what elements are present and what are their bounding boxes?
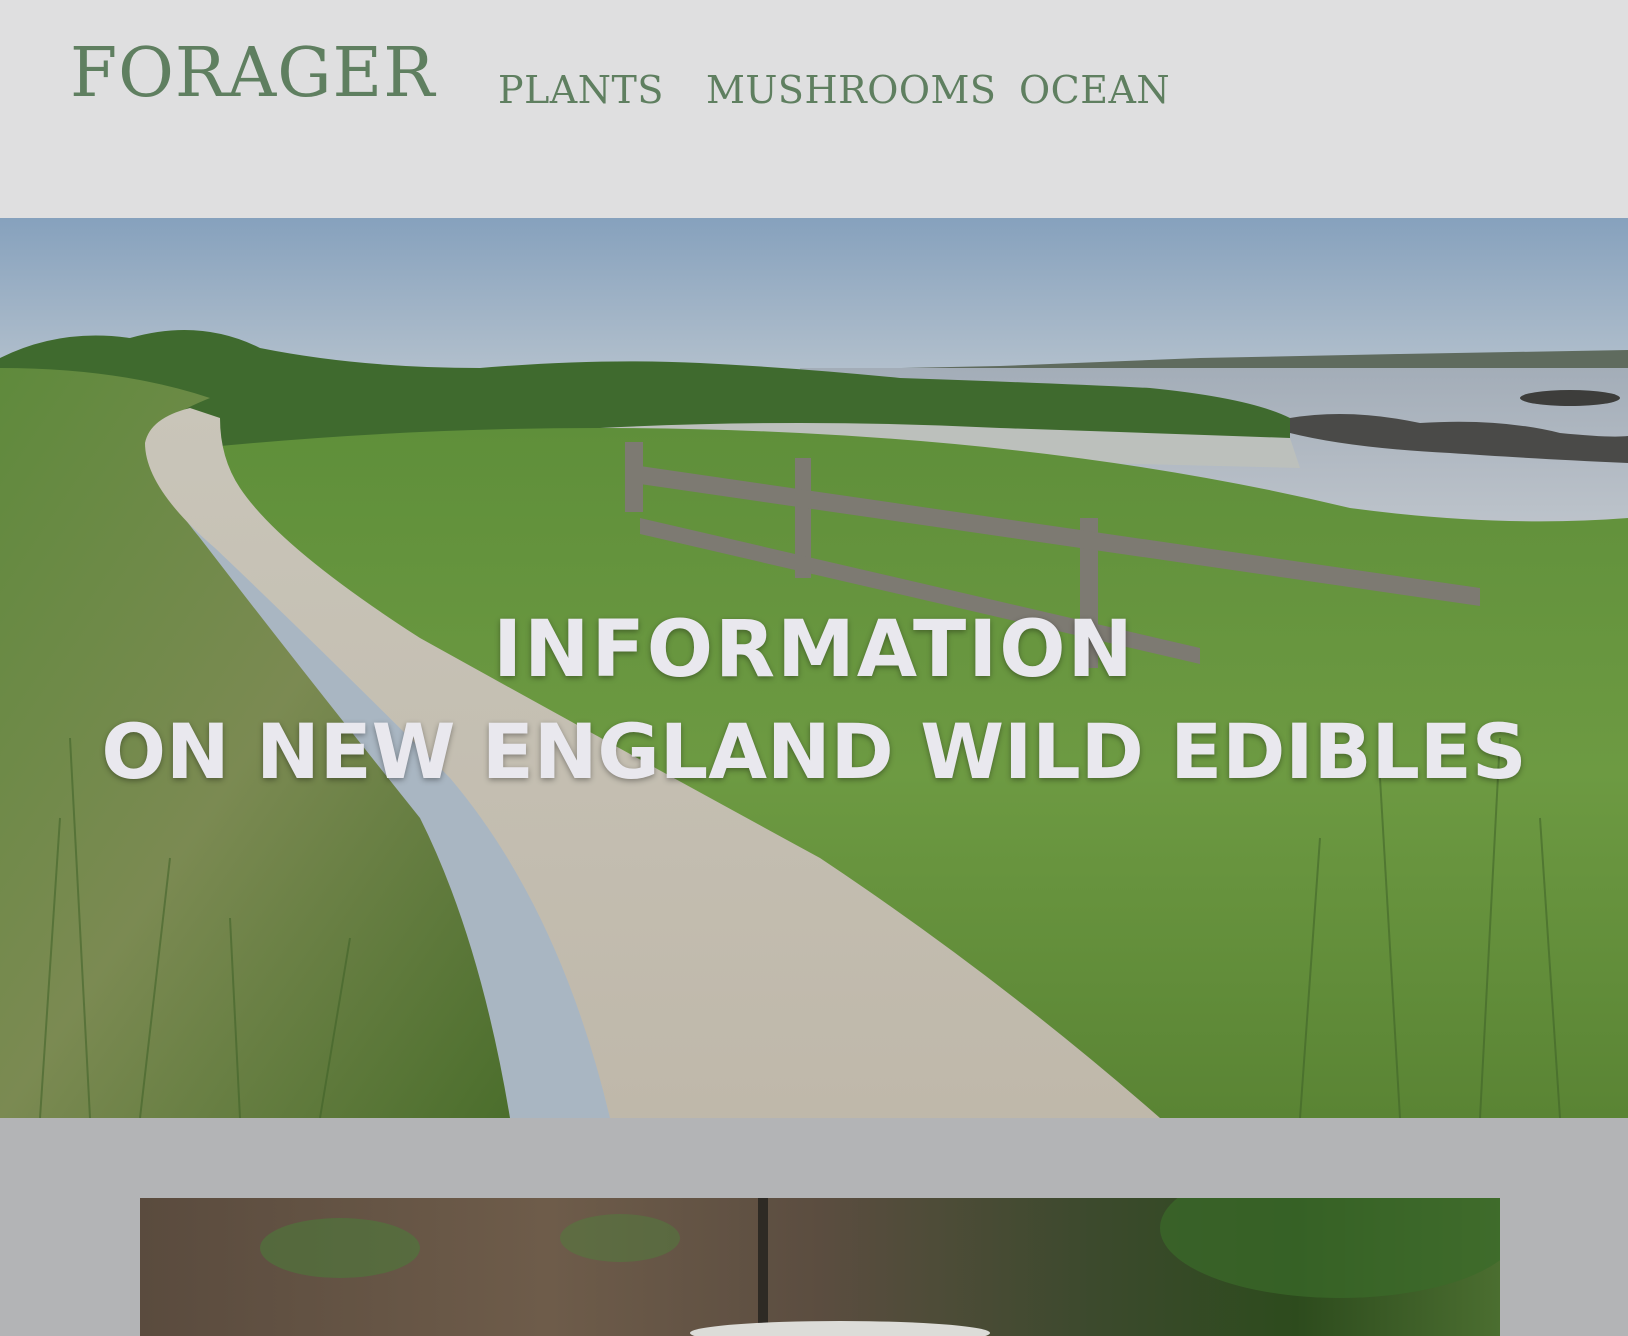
hero-title-line1: INFORMATION <box>493 605 1135 696</box>
hero-banner: INFORMATION ON NEW ENGLAND WILD EDIBLES <box>0 218 1628 1118</box>
site-logo[interactable]: FORAGER <box>70 40 435 108</box>
nav-link-plants[interactable]: PLANTS <box>498 69 664 112</box>
site-header: FORAGER PLANTS MUSHROOMS OCEAN <box>0 0 1628 218</box>
hero-title-line2: ON NEW ENGLAND WILD EDIBLES <box>101 707 1527 797</box>
hero-title: INFORMATION ON NEW ENGLAND WILD EDIBLES <box>0 599 1628 803</box>
nav-link-ocean[interactable]: OCEAN <box>1019 69 1170 112</box>
feature-image <box>140 1198 1500 1336</box>
nav-link-mushrooms[interactable]: MUSHROOMS <box>706 69 996 112</box>
feature-photo <box>260 1198 1500 1336</box>
